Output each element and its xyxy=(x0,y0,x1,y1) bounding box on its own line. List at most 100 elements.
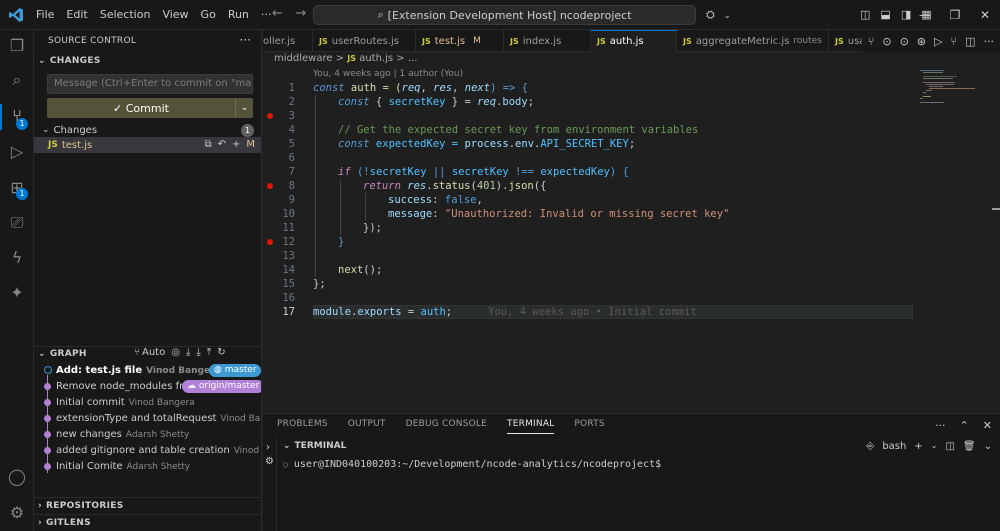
scrollbar-marker[interactable] xyxy=(992,208,1000,210)
account-icon[interactable]: ◯ xyxy=(7,467,27,487)
open-changes-icon[interactable]: ⊛ xyxy=(917,35,926,48)
commit-dropdown-icon[interactable]: ⌄ xyxy=(235,98,253,118)
chevron-down-icon[interactable]: ⌄ xyxy=(724,11,731,20)
terminal-shell-label[interactable]: bash xyxy=(882,441,906,452)
tab-userroutes[interactable]: JS userRoutes.js xyxy=(313,30,416,52)
commit-button[interactable]: ✓ Commit xyxy=(47,98,235,118)
repositories-section-header[interactable]: › REPOSITORIES xyxy=(38,501,123,511)
breakpoint-icon[interactable] xyxy=(267,113,273,119)
graph-commit-row[interactable]: Initial Comite Adarsh Shetty xyxy=(34,458,261,474)
command-center-label: [Extension Development Host] ncodeprojec… xyxy=(387,8,632,22)
more-actions-icon[interactable]: ··· xyxy=(984,35,995,48)
stage-changes-icon[interactable]: + xyxy=(232,137,240,153)
menu-go[interactable]: Go xyxy=(195,0,222,30)
auto-fetch-icon[interactable]: ⑂ xyxy=(134,347,140,358)
close-icon[interactable]: ✕ xyxy=(970,8,1000,22)
graph-section-header[interactable]: ⌄ GRAPH xyxy=(38,349,87,359)
terminal-output[interactable]: ○ user@IND040100203:~/Development/ncode-… xyxy=(283,459,661,470)
chevron-down-icon[interactable]: ⌄ xyxy=(931,441,938,452)
run-debug-icon[interactable]: ▷ xyxy=(7,142,27,162)
command-center[interactable]: ⌕ [Extension Development Host] ncodeproj… xyxy=(313,5,696,25)
open-file-icon[interactable]: ⧉ xyxy=(204,137,211,153)
commit-message-input[interactable]: Message (Ctrl+Enter to commit on "mast..… xyxy=(47,74,253,94)
tab-output[interactable]: OUTPUT xyxy=(348,419,386,434)
copilot-icon[interactable]: ✦ xyxy=(7,283,27,303)
copilot-icon[interactable]: ⛭ xyxy=(706,8,715,22)
cloud-icon: ☁ xyxy=(187,381,196,391)
timeline-icon[interactable]: ⑂ xyxy=(950,35,957,48)
settings-gear-icon[interactable]: ⚙ xyxy=(7,503,27,523)
discard-changes-icon[interactable]: ↶ xyxy=(218,137,226,153)
previous-change-icon[interactable]: ⊙ xyxy=(882,35,891,48)
tab-test[interactable]: JS test.js M xyxy=(416,30,504,52)
breadcrumb-symbol[interactable]: ... xyxy=(408,53,418,64)
breadcrumb-folder[interactable]: middleware xyxy=(274,53,333,64)
tab-problems[interactable]: PROBLEMS xyxy=(277,419,328,434)
graph-commit-row[interactable]: Initial commit Vinod Bangera xyxy=(34,394,261,410)
branch-tag-label: master xyxy=(224,365,257,375)
terminal-profile-icon[interactable]: ⚙ xyxy=(265,456,274,467)
graph-commit-dot xyxy=(44,431,51,438)
terminal-more-icon[interactable]: ⌄ xyxy=(984,441,992,452)
split-terminal-icon[interactable]: ◫ xyxy=(945,441,954,452)
changes-section-header[interactable]: ⌄ CHANGES xyxy=(38,56,101,66)
toggle-panel-icon[interactable]: ⬓ xyxy=(880,8,890,21)
graph-commit-row[interactable]: extensionType and totalRequestVinod Ban.… xyxy=(34,410,261,426)
chevron-down-icon: ⌄ xyxy=(38,349,46,359)
tab-debug-console[interactable]: DEBUG CONSOLE xyxy=(406,419,487,434)
menu-edit[interactable]: Edit xyxy=(60,0,93,30)
tab-terminal[interactable]: TERMINAL xyxy=(507,419,555,434)
new-terminal-icon[interactable]: + xyxy=(914,441,922,452)
split-editor-icon[interactable]: ◫ xyxy=(965,35,975,48)
tab-ports[interactable]: PORTS xyxy=(574,419,604,434)
fetch-icon[interactable]: ⤓ xyxy=(186,347,190,358)
graph-commit-row[interactable]: Add: test.js file Vinod Bangera ◍ master xyxy=(34,362,261,378)
terminal-section-header[interactable]: ⌄ TERMINAL xyxy=(283,441,346,451)
graph-commit-row[interactable]: Remove node_modules fro... ☁ origin/mast… xyxy=(34,378,261,394)
pull-icon[interactable]: ⤓ xyxy=(196,347,200,358)
tab-aggregatemetric[interactable]: JS aggregateMetric.js routes xyxy=(677,30,829,52)
graph-commit-row[interactable]: added gitignore and table creation Vinod … xyxy=(34,442,261,458)
minimap[interactable] xyxy=(918,68,988,108)
changes-group[interactable]: ⌄ Changes 1 xyxy=(42,122,254,138)
menu-run[interactable]: Run xyxy=(222,0,255,30)
more-actions-icon[interactable]: ··· xyxy=(240,33,251,47)
gitlens-compare-icon[interactable]: ⑂ xyxy=(868,35,875,48)
breakpoint-icon[interactable] xyxy=(267,183,273,189)
back-arrow-icon[interactable]: ← xyxy=(272,6,283,21)
breakpoint-icon[interactable] xyxy=(267,239,273,245)
graph-commit-message: extensionType and totalRequestVinod Ban.… xyxy=(56,413,261,424)
run-icon[interactable]: ▷ xyxy=(934,35,942,48)
tab-index[interactable]: JS index.js xyxy=(504,30,591,52)
maximize-panel-icon[interactable]: ⌃ xyxy=(960,419,969,432)
remote-explorer-icon[interactable]: ⎚ xyxy=(7,213,27,233)
graph-auto-label[interactable]: Auto xyxy=(142,347,165,358)
gitlens-section-header[interactable]: › GITLENS xyxy=(38,518,91,528)
graph-commit-row[interactable]: new changes Adarsh Shetty xyxy=(34,426,261,442)
toggle-sidebar-icon[interactable]: ◫ xyxy=(860,8,870,21)
push-icon[interactable]: ⤒ xyxy=(207,347,211,358)
kill-terminal-icon[interactable]: 🗑 xyxy=(963,441,976,452)
more-actions-icon[interactable]: ··· xyxy=(935,419,946,432)
tab-label: index.js xyxy=(522,35,562,47)
changed-file-row[interactable]: JS test.js ⧉ ↶ + M xyxy=(34,137,261,153)
target-icon[interactable]: ◎ xyxy=(171,347,180,358)
menu-view[interactable]: View xyxy=(156,0,194,30)
maximize-icon[interactable]: ❐ xyxy=(940,8,970,22)
tab-controller[interactable]: oller.js xyxy=(263,30,313,52)
explorer-icon[interactable]: ❐ xyxy=(7,36,27,56)
blame-codelens[interactable]: You, 4 weeks ago | 1 author (You) xyxy=(313,69,463,79)
tab-auth[interactable]: JS auth.js xyxy=(591,30,677,52)
search-icon[interactable]: ⌕ xyxy=(7,70,27,90)
next-change-icon[interactable]: ⊙ xyxy=(900,35,909,48)
close-panel-icon[interactable]: ✕ xyxy=(983,419,992,432)
chevron-right-icon[interactable]: › xyxy=(266,442,270,453)
thunder-icon[interactable]: ϟ xyxy=(7,248,27,268)
menu-selection[interactable]: Selection xyxy=(94,0,157,30)
code-editor[interactable]: 1 2 3 4 5 6 7 8 9 10 11 12 13 14 15 16 1… xyxy=(263,80,988,410)
refresh-icon[interactable]: ↻ xyxy=(217,347,225,358)
minimize-icon[interactable]: — xyxy=(910,8,940,22)
forward-arrow-icon[interactable]: → xyxy=(295,6,306,21)
menu-file[interactable]: File xyxy=(30,0,60,30)
breadcrumb-file[interactable]: auth.js xyxy=(359,53,393,64)
